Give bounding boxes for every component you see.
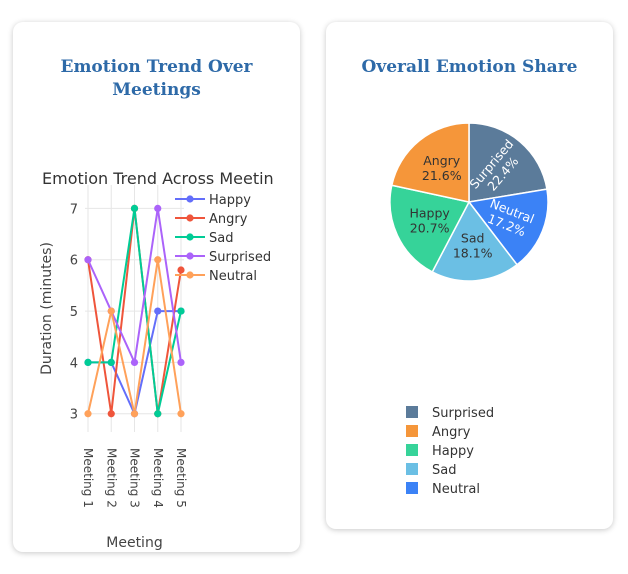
emotion-trend-card: Emotion Trend Over Meetings Emotion Tren…	[13, 22, 300, 552]
legend-label-neutral: Neutral	[209, 269, 257, 284]
pie-legend-label-sad: Sad	[432, 463, 456, 478]
data-point-angry	[177, 266, 185, 274]
data-point-neutral	[84, 410, 92, 418]
emotion-trend-card-title: Emotion Trend Over Meetings	[13, 56, 300, 102]
legend-marker-angry	[186, 214, 194, 222]
data-point-sad	[130, 204, 139, 212]
pie-legend-swatch-angry	[406, 425, 418, 437]
data-point-sad	[107, 358, 115, 366]
emotion-trend-line-chart: Emotion Trend Across Meetin34567Duration…	[39, 169, 274, 551]
pie-label-percent: 18.1%	[453, 245, 493, 260]
data-point-angry	[107, 410, 115, 418]
legend-marker-surprised	[186, 252, 194, 260]
x-tick-label: Meeting 3	[128, 448, 142, 508]
pie-legend-swatch-happy	[406, 444, 418, 456]
pie-legend-label-happy: Happy	[432, 444, 474, 459]
pie-legend-label-neutral: Neutral	[432, 482, 480, 497]
emotion-trend-card-title-line2: Meetings	[112, 80, 201, 100]
pie-label-percent: 20.7%	[410, 220, 450, 235]
x-tick-label: Meeting 5	[174, 448, 188, 508]
legend-label-angry: Angry	[209, 212, 248, 227]
data-point-surprised	[84, 256, 92, 264]
emotion-trend-card-title-line1: Emotion Trend Over	[60, 57, 253, 77]
emotion-share-card-title: Overall Emotion Share	[361, 57, 578, 77]
y-tick-label: 5	[70, 305, 78, 320]
pie-legend-swatch-sad	[406, 463, 418, 475]
y-tick-label: 6	[70, 254, 78, 269]
data-point-neutral	[177, 410, 185, 418]
x-axis-label: Meeting	[106, 535, 162, 551]
y-tick-label: 4	[70, 356, 78, 371]
pie-legend-label-angry: Angry	[432, 425, 471, 440]
x-tick-label: Meeting 2	[104, 448, 118, 508]
data-point-surprised	[154, 204, 162, 212]
pie-label-name: Angry	[423, 153, 461, 168]
pie-label-name: Happy	[409, 205, 450, 220]
data-point-surprised	[130, 358, 139, 366]
legend-marker-happy	[186, 195, 194, 203]
data-point-surprised	[177, 358, 185, 366]
data-point-neutral	[130, 410, 139, 418]
pie-label-percent: 21.6%	[422, 168, 462, 183]
pie-legend-swatch-surprised	[406, 406, 418, 418]
data-point-sad	[154, 410, 162, 418]
y-tick-label: 7	[70, 202, 78, 217]
emotion-share-card: Overall Emotion Share Surprised 22.4% Neut…	[326, 22, 613, 529]
data-point-sad	[177, 307, 185, 315]
y-axis-label: Duration (minutes)	[39, 242, 55, 375]
emotion-share-pie-chart: Surprised22.4%Neutral17.2%Sad18.1%Happy2…	[389, 122, 549, 497]
legend-label-sad: Sad	[209, 231, 233, 246]
x-tick-label: Meeting 4	[151, 448, 165, 508]
legend-label-happy: Happy	[209, 193, 251, 208]
pie-legend-swatch-neutral	[406, 482, 418, 494]
pie-label-happy: Happy20.7%	[409, 205, 450, 235]
data-point-neutral	[154, 256, 162, 264]
legend-marker-neutral	[186, 271, 194, 279]
x-tick-label: Meeting 1	[81, 448, 95, 508]
pie-label-name: Sad	[461, 230, 485, 245]
pie-label-angry: Angry21.6%	[422, 153, 462, 183]
legend-marker-sad	[186, 233, 194, 241]
pie-legend-label-surprised: Surprised	[432, 406, 494, 421]
data-point-happy	[154, 307, 162, 315]
y-tick-label: 3	[70, 408, 78, 423]
legend-label-surprised: Surprised	[209, 250, 271, 265]
data-point-neutral	[107, 307, 115, 315]
data-point-sad	[84, 358, 92, 366]
